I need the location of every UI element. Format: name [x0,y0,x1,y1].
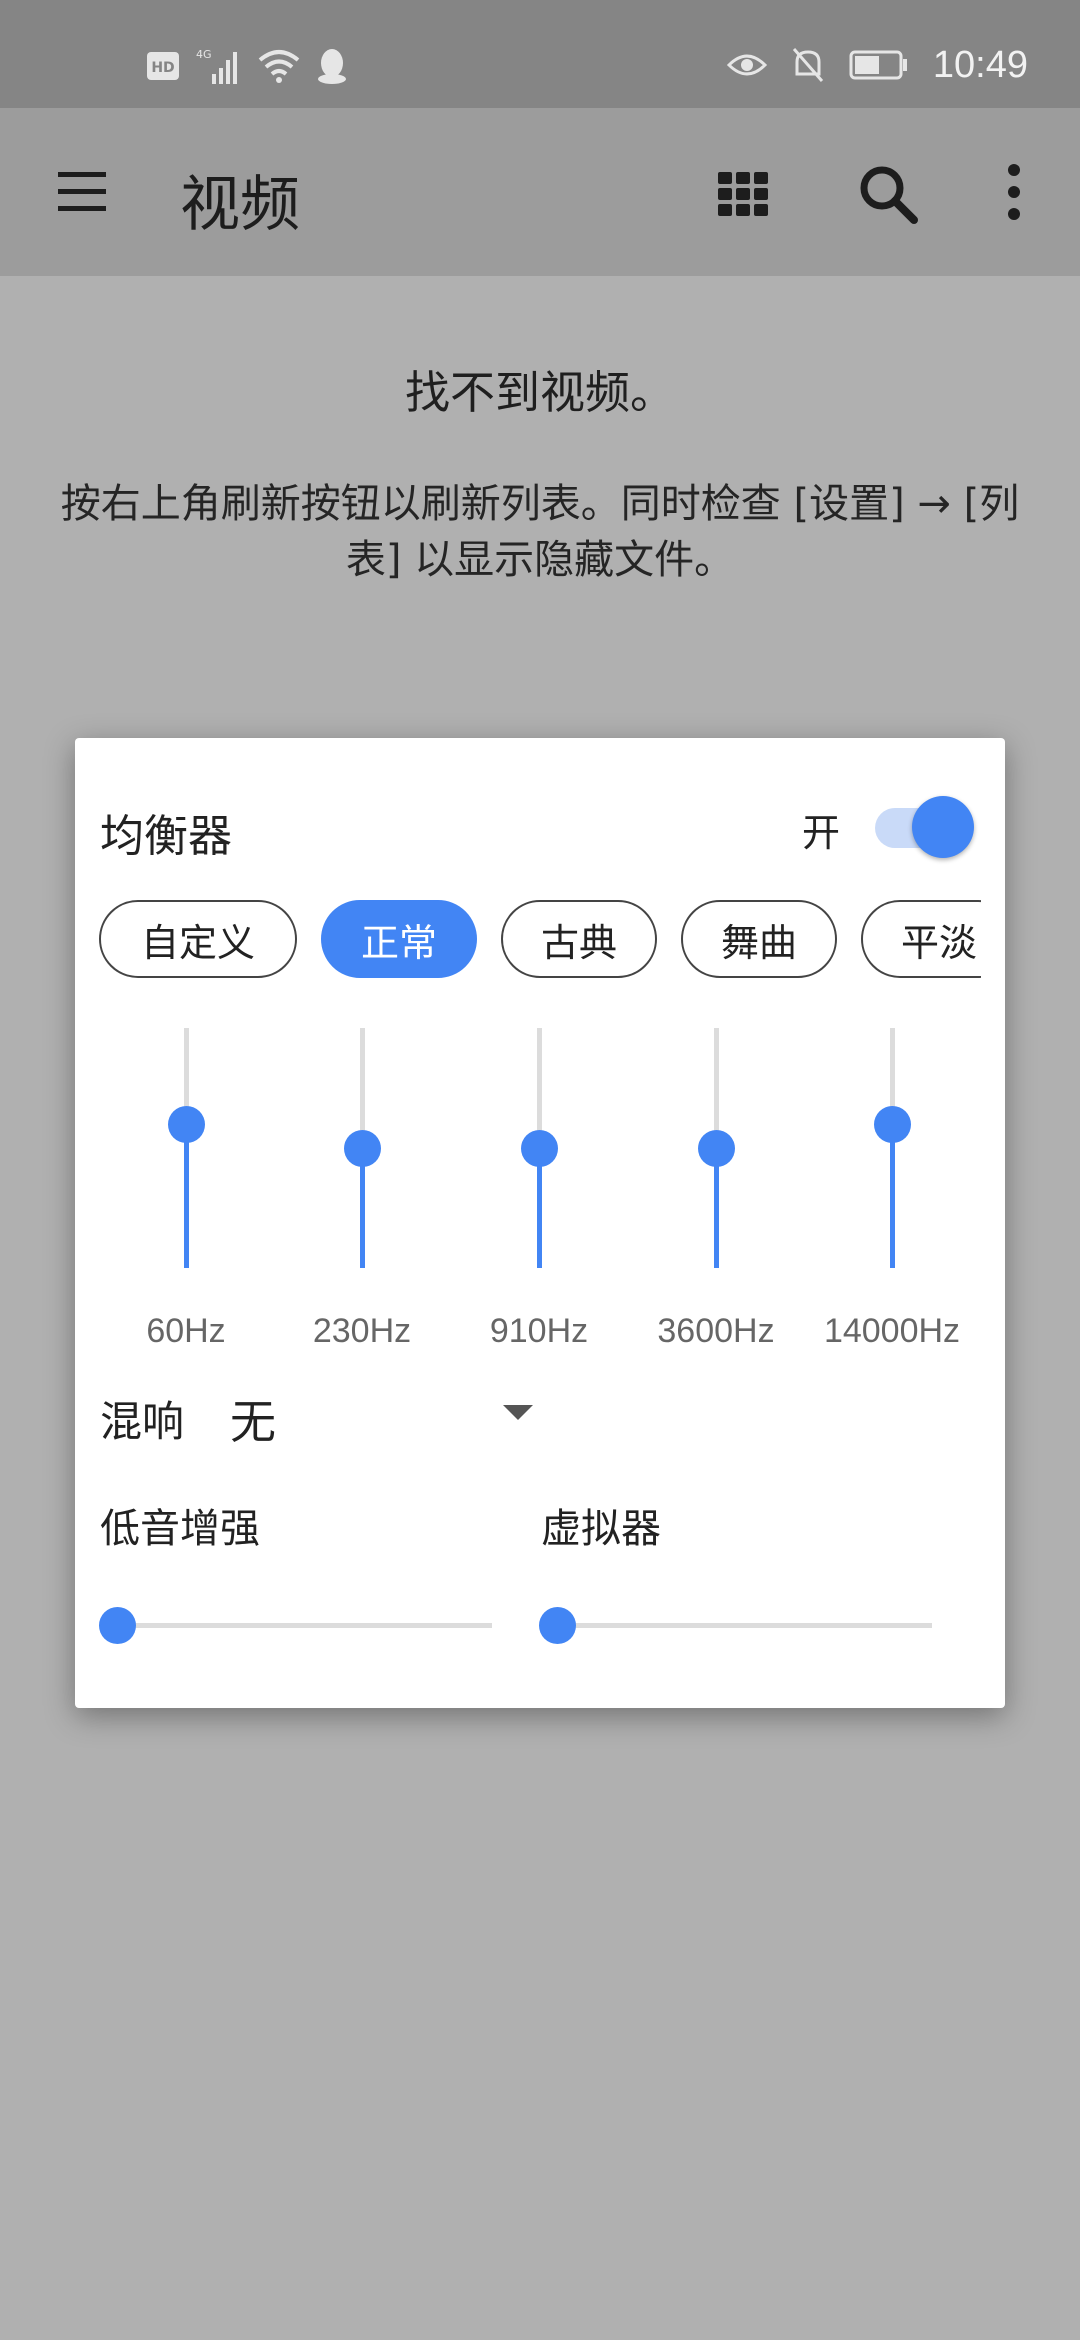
band-slider-230hz[interactable] [332,1028,392,1268]
eye-icon [726,54,767,76]
equalizer-toggle[interactable] [875,796,975,860]
status-icons-left: HD 4G [146,44,348,88]
band-knob[interactable] [344,1129,381,1167]
hd-icon: HD [147,52,179,80]
equalizer-dialog: 均衡器 开 自定义 正常 古典 舞曲 平淡 60Hz 230Hz 910Hz 3… [75,738,1005,1708]
app-bar: 视频 [0,108,1080,276]
equalizer-bands [75,1028,1005,1328]
band-knob[interactable] [698,1129,735,1167]
dropdown-arrow-icon[interactable] [503,1405,533,1420]
band-slider-3600hz[interactable] [686,1028,746,1268]
signal-icon: 4G [196,48,237,84]
bass-boost-slider[interactable] [99,1606,492,1646]
svg-text:HD: HD [151,60,174,76]
switch-label: 开 [802,811,841,855]
wifi-icon [258,50,300,83]
preset-chip[interactable]: 平淡 [861,900,981,978]
battery-icon [849,50,907,80]
band-fill [890,1124,895,1268]
slider-rail [557,1623,932,1628]
status-icons-right: 10:49 [726,40,1028,90]
band-label: 60Hz [146,1312,226,1350]
reverb-dropdown[interactable]: 无 [230,1386,276,1452]
band-label: 910Hz [489,1312,589,1350]
empty-state-description: 按右上角刷新按钮以刷新列表。同时检查 [设置] → [列表] 以显示隐藏文件。 [60,481,1020,583]
preset-chip[interactable]: 正常 [321,900,477,978]
virtualizer-slider[interactable] [539,1606,932,1646]
band-label: 14000Hz [823,1312,961,1350]
search-icon[interactable] [856,162,920,226]
reverb-label: 混响 [100,1397,185,1446]
dialog-title: 均衡器 [100,811,232,862]
preset-chip[interactable]: 自定义 [99,900,297,978]
more-options-icon[interactable] [1000,160,1028,224]
band-fill [184,1124,189,1268]
status-time: 10:49 [932,43,1028,86]
virtualizer-label: 虚拟器 [541,1506,661,1552]
menu-icon[interactable] [56,166,108,218]
page-title: 视频 [180,170,300,240]
band-knob[interactable] [168,1105,205,1143]
qq-icon [318,49,346,84]
status-bar: HD 4G 10:49 [0,0,1080,108]
bell-off-icon [792,48,824,82]
slider-knob[interactable] [539,1607,576,1644]
band-slider-910hz[interactable] [509,1028,569,1268]
grid-view-icon[interactable] [716,166,770,220]
toggle-thumb [912,796,974,858]
bass-boost-label: 低音增强 [100,1506,260,1552]
preset-chip[interactable]: 舞曲 [681,900,837,978]
preset-chip[interactable]: 古典 [501,900,657,978]
band-slider-14000hz[interactable] [862,1028,922,1268]
band-slider-60hz[interactable] [156,1028,216,1268]
band-knob[interactable] [874,1105,911,1143]
band-label: 230Hz [312,1312,412,1350]
band-knob[interactable] [521,1129,558,1167]
band-label: 3600Hz [657,1312,775,1350]
preset-chip-list[interactable]: 自定义 正常 古典 舞曲 平淡 [99,898,981,984]
network-type-badge: 4G [196,48,212,61]
slider-knob[interactable] [99,1607,136,1644]
slider-rail [117,1623,492,1628]
empty-state-title: 找不到视频。 [404,366,675,419]
